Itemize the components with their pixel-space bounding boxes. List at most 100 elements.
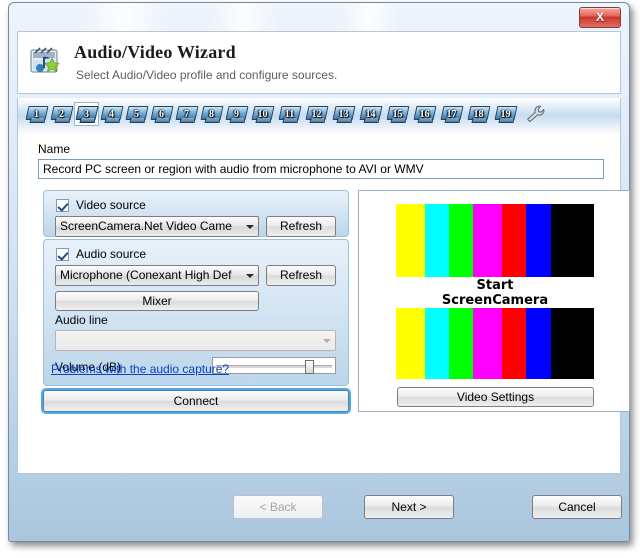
video-source-group: Video source ScreenCamera.Net Video Came…: [43, 190, 349, 237]
audio-source-checkbox[interactable]: [56, 248, 69, 261]
step-tab-6[interactable]: 6: [149, 102, 174, 126]
color-bar: [473, 204, 502, 277]
video-source-checkbox[interactable]: [56, 199, 69, 212]
color-bar: [526, 308, 551, 379]
step-number: 3: [76, 107, 97, 122]
monitor-icon: 3: [76, 106, 97, 123]
audio-help-link[interactable]: Problems with the audio capture?: [51, 362, 229, 376]
monitor-icon: 15: [387, 106, 408, 123]
close-button[interactable]: X: [579, 7, 621, 28]
wizard-header: Audio/Video Wizard Select Audio/Video pr…: [17, 31, 621, 94]
color-bar: [449, 308, 473, 379]
monitor-icon: 9: [226, 106, 247, 123]
step-tab-14[interactable]: 14: [357, 102, 384, 126]
step-number: 12: [306, 107, 327, 122]
color-bar: [449, 204, 473, 277]
connect-button[interactable]: Connect: [43, 390, 349, 412]
step-number: 13: [333, 107, 354, 122]
step-tab-11[interactable]: 11: [276, 102, 303, 126]
monitor-icon: 10: [252, 106, 273, 123]
step-tab-5[interactable]: 5: [124, 102, 149, 126]
overlay-line-1: Start: [396, 278, 594, 293]
audio-line-label: Audio line: [55, 313, 108, 327]
step-number: 18: [468, 107, 489, 122]
title-bar: X: [9, 3, 629, 31]
video-preview-panel: Start ScreenCamera Video Settings: [358, 190, 630, 412]
titlebar-sheen: [339, 3, 399, 31]
av-wizard-icon: [28, 44, 64, 80]
color-bar: [473, 308, 502, 379]
monitor-icon: 2: [51, 106, 72, 123]
step-number: 4: [101, 107, 122, 122]
step-tab-2[interactable]: 2: [49, 102, 74, 126]
step-tab-1[interactable]: 1: [24, 102, 49, 126]
step-tab-15[interactable]: 15: [384, 102, 411, 126]
monitor-icon: 18: [468, 106, 489, 123]
step-tab-7[interactable]: 7: [174, 102, 199, 126]
volume-slider[interactable]: [212, 357, 336, 374]
name-label: Name: [38, 142, 70, 156]
chevron-down-icon: [246, 274, 254, 278]
monitor-icon: 16: [414, 106, 435, 123]
overlay-line-2: ScreenCamera: [396, 293, 594, 308]
color-bar: [502, 204, 526, 277]
audio-line-select[interactable]: [55, 330, 336, 351]
monitor-icon: 5: [126, 106, 147, 123]
video-source-label: Video source: [76, 198, 146, 212]
audio-refresh-button[interactable]: Refresh: [266, 265, 336, 286]
cancel-button[interactable]: Cancel: [532, 495, 622, 519]
titlebar-sheen: [209, 3, 279, 31]
step-tab-8[interactable]: 8: [199, 102, 224, 126]
slider-thumb[interactable]: [305, 360, 314, 374]
step-tab-bar: 12345678910111213141516171819: [17, 98, 621, 134]
monitor-icon: 1: [26, 106, 47, 123]
name-input[interactable]: [38, 159, 604, 179]
step-tab-18[interactable]: 18: [465, 102, 492, 126]
monitor-icon: 7: [176, 106, 197, 123]
video-refresh-button[interactable]: Refresh: [266, 216, 336, 237]
video-settings-button[interactable]: Video Settings: [397, 387, 594, 407]
monitor-icon: 4: [101, 106, 122, 123]
step-number: 11: [279, 107, 300, 122]
chevron-down-icon: [323, 339, 331, 343]
audio-device-select[interactable]: Microphone (Conexant High Def: [55, 265, 259, 286]
monitor-icon: 14: [360, 106, 381, 123]
step-tab-3[interactable]: 3: [74, 102, 99, 126]
wrench-icon[interactable]: [525, 104, 547, 124]
step-tab-9[interactable]: 9: [224, 102, 249, 126]
next-button[interactable]: Next >: [364, 495, 454, 519]
step-number: 7: [176, 107, 197, 122]
wizard-content: Name Video source ScreenCamera.Net Video…: [17, 134, 621, 474]
step-number: 8: [201, 107, 222, 122]
step-tab-4[interactable]: 4: [99, 102, 124, 126]
audio-source-label: Audio source: [76, 247, 146, 261]
video-device-select[interactable]: ScreenCamera.Net Video Came: [55, 216, 259, 237]
color-bar: [551, 204, 594, 277]
step-tab-19[interactable]: 19: [492, 102, 519, 126]
color-bar: [502, 308, 526, 379]
step-tab-10[interactable]: 10: [249, 102, 276, 126]
page-title: Audio/Video Wizard: [74, 42, 236, 63]
color-bar: [396, 204, 425, 277]
back-button[interactable]: < Back: [233, 495, 323, 519]
slider-track: [216, 365, 332, 368]
step-number: 2: [51, 107, 72, 122]
mixer-button[interactable]: Mixer: [55, 291, 259, 311]
wizard-window: X Audio/Video Wizard Select Audio/Video …: [8, 2, 630, 542]
color-bar: [425, 308, 449, 379]
step-tab-16[interactable]: 16: [411, 102, 438, 126]
step-number: 17: [441, 107, 462, 122]
monitor-icon: 17: [441, 106, 462, 123]
step-tab-12[interactable]: 12: [303, 102, 330, 126]
color-bars: Start ScreenCamera: [396, 204, 594, 379]
step-tab-13[interactable]: 13: [330, 102, 357, 126]
step-number: 16: [414, 107, 435, 122]
color-bar: [551, 308, 594, 379]
color-bar-row: [396, 308, 594, 379]
step-tab-17[interactable]: 17: [438, 102, 465, 126]
page-subtitle: Select Audio/Video profile and configure…: [76, 68, 337, 82]
step-number: 1: [26, 107, 47, 122]
monitor-icon: 19: [495, 106, 516, 123]
monitor-icon: 11: [279, 106, 300, 123]
step-number: 10: [252, 107, 273, 122]
